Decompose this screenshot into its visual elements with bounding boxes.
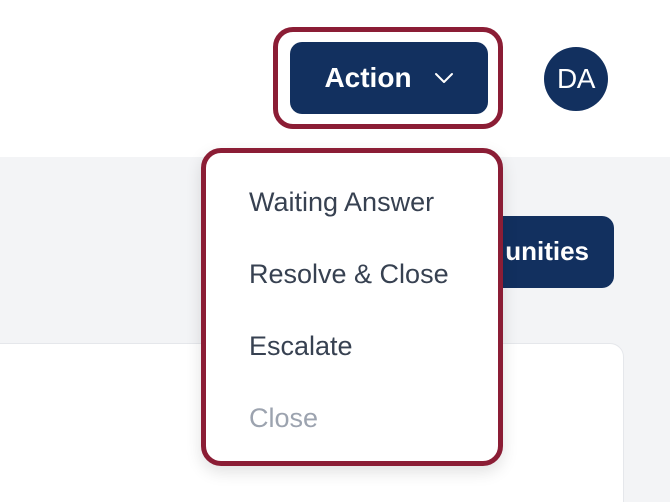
action-button-label: Action xyxy=(324,62,412,93)
avatar[interactable]: DA xyxy=(544,47,608,111)
chevron-down-icon xyxy=(434,73,453,83)
opportunities-button-label: unities xyxy=(505,236,589,266)
menu-item-close: Close xyxy=(249,403,319,433)
menu-item-escalate[interactable]: Escalate xyxy=(249,331,353,362)
menu-item-waiting-answer[interactable]: Waiting Answer xyxy=(249,187,434,218)
action-button[interactable]: Action xyxy=(290,42,488,114)
menu-item-resolve-close[interactable]: Resolve & Close xyxy=(249,259,449,290)
action-dropdown-menu: Waiting Answer Resolve & Close Escalate … xyxy=(201,148,503,466)
